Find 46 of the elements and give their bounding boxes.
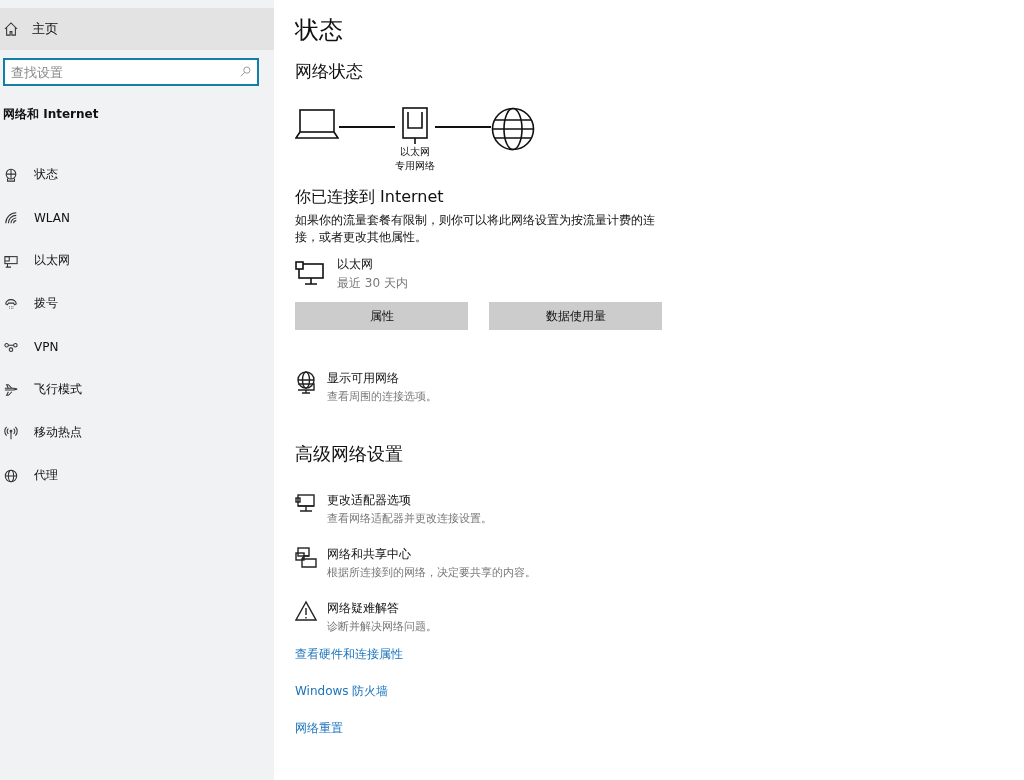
- nav-item[interactable]: 移动热点: [0, 411, 274, 454]
- description-text: 如果你的流量套餐有限制，则你可以将此网络设置为按流量计费的连接，或者更改其他属性。: [295, 212, 656, 246]
- section-title: 网络和 Internet: [3, 106, 100, 123]
- connection-status: 你已连接到 Internet: [295, 187, 444, 208]
- option-title[interactable]: 更改适配器选项: [327, 492, 492, 509]
- home-nav-item[interactable]: 主页: [0, 8, 274, 50]
- airplane-icon: [4, 382, 18, 397]
- action-button[interactable]: 属性: [295, 302, 468, 330]
- settings-link[interactable]: Windows 防火墙: [295, 683, 403, 700]
- settings-link[interactable]: 网络重置: [295, 720, 403, 737]
- option-subtitle: 诊断并解决网络问题。: [327, 619, 437, 634]
- option-title[interactable]: 网络疑难解答: [327, 600, 437, 617]
- action-button[interactable]: 数据使用量: [489, 302, 662, 330]
- ethernet-port-icon: [402, 107, 428, 145]
- nav-item[interactable]: 飞行模式: [0, 368, 274, 411]
- option-subtitle: 查看周围的连接选项。: [327, 389, 437, 404]
- option-title[interactable]: 网络和共享中心: [327, 546, 536, 563]
- ethernet-icon: [4, 253, 18, 268]
- wifi-icon: [4, 210, 18, 225]
- globe-icon: [4, 468, 18, 483]
- nav-item[interactable]: VPN: [0, 325, 274, 368]
- option-subtitle: 根据所连接到的网络，决定要共享的内容。: [327, 565, 536, 580]
- section-heading: 高级网络设置: [295, 442, 403, 466]
- page-title: 状态: [295, 15, 343, 46]
- section-heading: 网络状态: [295, 60, 363, 83]
- home-icon: [4, 22, 18, 36]
- ethernet-monitor-icon: [295, 261, 325, 287]
- globe-monitor-icon: [295, 370, 317, 394]
- settings-link[interactable]: 查看硬件和连接属性: [295, 646, 403, 663]
- nav-item[interactable]: 以太网: [0, 239, 274, 282]
- nav-item[interactable]: 状态: [0, 153, 274, 196]
- nav-item[interactable]: 拨号: [0, 282, 274, 325]
- adapter-name: 以太网: [400, 145, 430, 159]
- laptop-icon: [295, 107, 339, 139]
- search-field[interactable]: 查找设置: [3, 58, 259, 86]
- share-icon: [295, 546, 317, 570]
- nav-item[interactable]: 代理: [0, 454, 274, 497]
- connection-name: 以太网: [337, 256, 374, 273]
- network-type: 专用网络: [395, 159, 435, 173]
- warning-icon: [295, 600, 317, 624]
- nav-item[interactable]: WLAN: [0, 196, 274, 239]
- hotspot-icon: [4, 425, 18, 440]
- usage-period: 最近 30 天内: [337, 275, 408, 292]
- option-subtitle: 查看网络适配器并更改连接设置。: [327, 511, 492, 526]
- option-title[interactable]: 显示可用网络: [327, 370, 437, 387]
- search-icon: [240, 66, 251, 77]
